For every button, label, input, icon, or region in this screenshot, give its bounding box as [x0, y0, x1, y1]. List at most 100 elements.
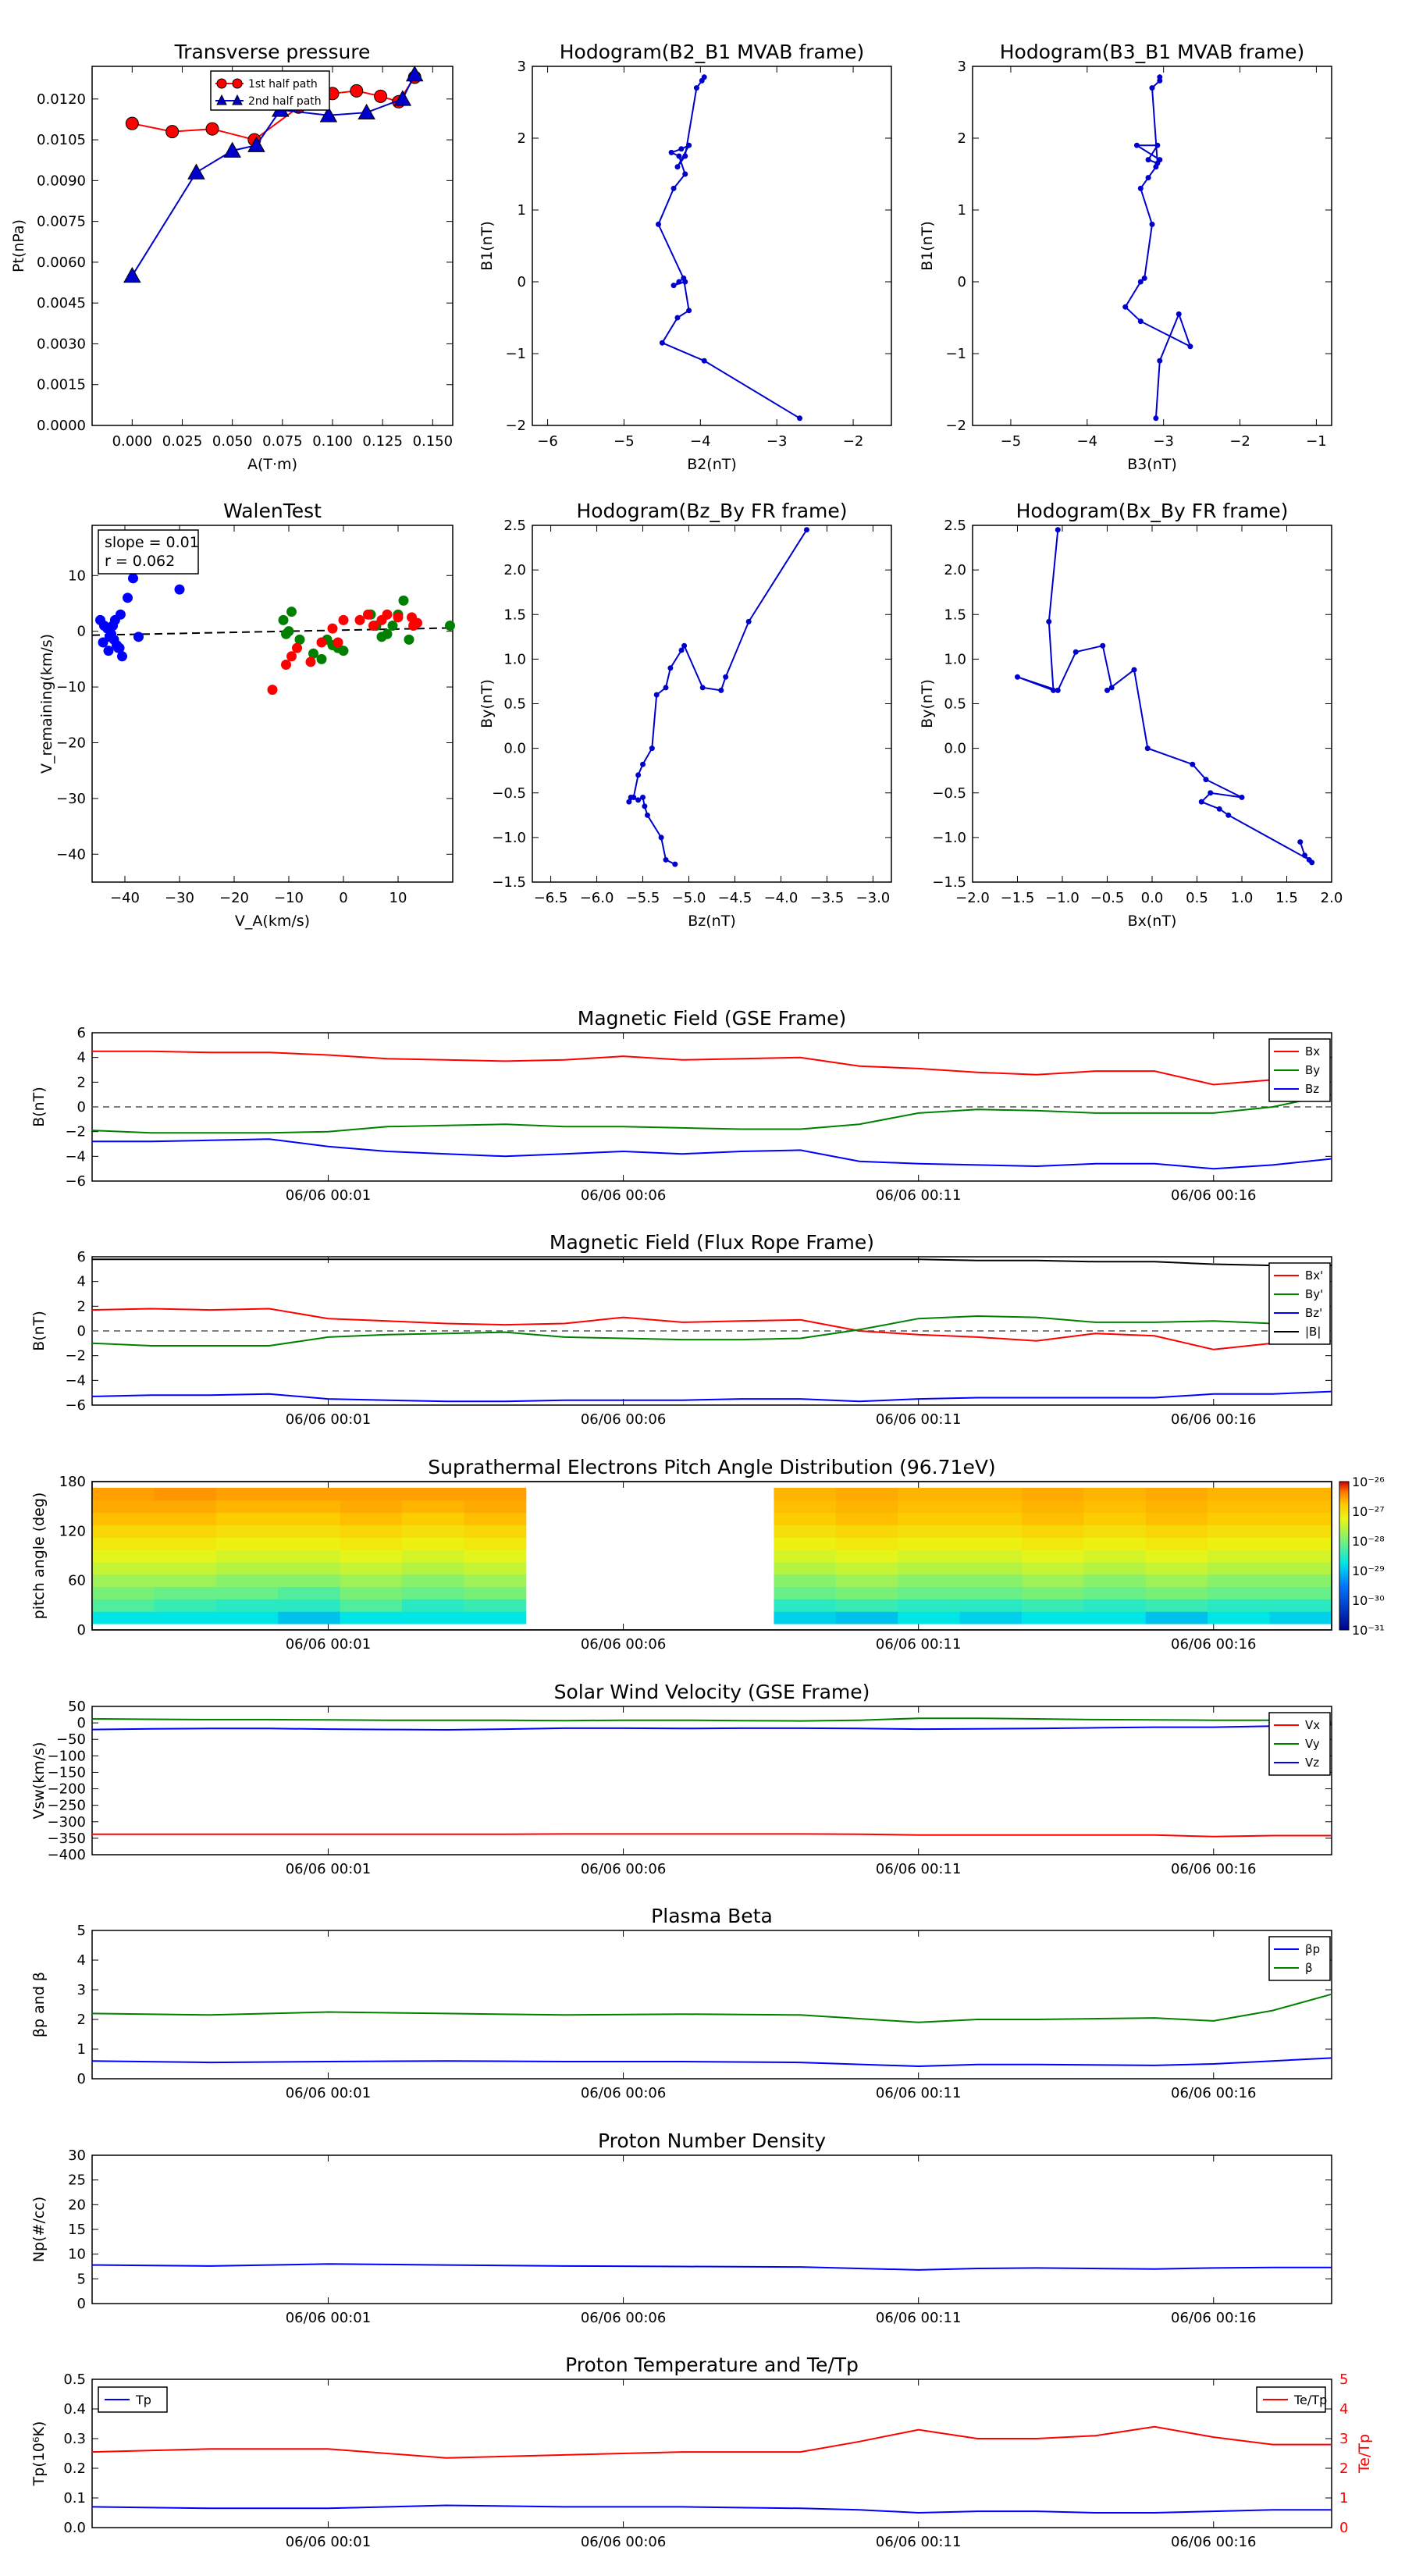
heatmap-cell: [1022, 1611, 1084, 1624]
heatmap-cell: [959, 1487, 1023, 1501]
heatmap-cell: [402, 1561, 464, 1575]
y-tick-label: −1.5: [932, 874, 966, 891]
heatmap-cell: [1208, 1500, 1271, 1514]
x-tick-label: −2: [843, 433, 864, 450]
y-tick-label: 0.4: [63, 2401, 86, 2418]
heatmap-cell: [835, 1561, 898, 1575]
heatmap-cell: [215, 1561, 279, 1575]
heatmap-cell: [215, 1586, 279, 1599]
y-axis-label: Vsw(km/s): [30, 1742, 48, 1819]
heatmap-cell: [959, 1561, 1023, 1575]
x-tick-label: 06/06 00:16: [1171, 2085, 1256, 2101]
x-tick-label: 06/06 00:06: [581, 1861, 666, 1877]
legend-marker: [216, 78, 227, 89]
heatmap-cell: [1145, 1574, 1208, 1588]
heatmap-cell: [92, 1512, 155, 1525]
data-point: [658, 834, 664, 841]
y-tick-label: 0.1: [63, 2490, 86, 2507]
heatmap-cell: [774, 1611, 837, 1624]
y-tick-label: 0.0015: [37, 377, 86, 393]
heatmap-cell: [154, 1574, 217, 1588]
colorbar-tick-label: 10⁻²⁷: [1352, 1504, 1385, 1519]
data-point: [278, 614, 289, 625]
x-tick-label: 06/06 00:16: [1171, 1187, 1256, 1204]
data-point: [316, 637, 327, 648]
heatmap-cell: [215, 1487, 279, 1501]
legend-label: Vz: [1305, 1756, 1319, 1770]
data-point: [1239, 794, 1245, 800]
heatmap-cell: [92, 1611, 155, 1624]
heatmap-cell: [898, 1537, 961, 1550]
y-tick-label: 2.5: [944, 518, 966, 534]
y-tick-label: 2: [77, 1298, 86, 1315]
x-tick-label: 06/06 00:11: [876, 2310, 961, 2326]
chart-title: Suprathermal Electrons Pitch Angle Distr…: [428, 1456, 995, 1478]
heatmap-cell: [898, 1525, 961, 1538]
heatmap-cell: [464, 1586, 527, 1599]
heatmap-cell: [959, 1537, 1023, 1550]
data-point: [1144, 745, 1151, 752]
heatmap-cell: [1022, 1561, 1084, 1575]
data-point: [1046, 618, 1052, 624]
x-tick-label: 06/06 00:01: [286, 1636, 371, 1653]
y-tick-label: −350: [48, 1831, 86, 1847]
heatmap-cell: [402, 1525, 464, 1538]
heatmap-cell: [154, 1500, 217, 1514]
heatmap-cell: [340, 1487, 403, 1501]
y-tick-label: 0.5: [944, 696, 966, 713]
data-point: [393, 612, 404, 623]
y-tick-label: 1.5: [944, 607, 966, 623]
x-tick-label: 0.5: [1186, 890, 1208, 906]
y-tick-label: 6: [77, 1249, 86, 1265]
heatmap-cell: [278, 1599, 341, 1612]
heatmap-cell: [898, 1586, 961, 1599]
heatmap-cell: [898, 1550, 961, 1563]
data-point: [678, 146, 685, 152]
data-point: [676, 153, 682, 159]
legend-label: 2nd half path: [248, 95, 322, 108]
data-point: [674, 164, 681, 170]
data-point: [745, 618, 752, 624]
x-axis-label: B3(nT): [1127, 456, 1177, 473]
x-tick-label: −30: [165, 890, 194, 906]
y-tick-label: −6: [65, 1397, 86, 1414]
x-tick-label: 06/06 00:11: [876, 1636, 961, 1653]
heatmap-cell: [278, 1611, 341, 1624]
y-tick-label: 0.5: [503, 696, 526, 713]
data-point: [1190, 761, 1196, 767]
x-tick-label: −6.5: [534, 890, 568, 906]
y-tick-label: 1: [518, 202, 526, 219]
data-point: [686, 142, 692, 148]
data-point: [1055, 527, 1061, 533]
y-tick-label: −4: [65, 1148, 86, 1165]
y-tick-label: 0: [77, 624, 86, 640]
legend-label: Bz: [1305, 1082, 1319, 1096]
heatmap-cell: [1208, 1574, 1271, 1588]
heatmap-cell: [835, 1599, 898, 1612]
chart-title: Proton Number Density: [598, 2129, 826, 2152]
y-tick-label: 0.0105: [37, 132, 86, 148]
x-tick-label: 0.025: [162, 433, 203, 450]
heatmap-cell: [1208, 1550, 1271, 1563]
heatmap-cell: [1145, 1599, 1208, 1612]
data-point: [128, 573, 138, 584]
heatmap-cell: [898, 1487, 961, 1501]
heatmap-cell: [92, 1500, 155, 1514]
x-tick-label: −3: [1153, 433, 1174, 450]
data-point: [445, 621, 455, 632]
y-tick-label: 20: [68, 2197, 86, 2213]
heatmap-cell: [1269, 1561, 1332, 1575]
heatmap-cell: [215, 1537, 279, 1550]
data-point: [1203, 777, 1209, 783]
y2-axis-label: Te/Tp: [1356, 2434, 1373, 2474]
heatmap-cell: [898, 1599, 961, 1612]
x-axis-label: B2(nT): [687, 456, 737, 473]
heatmap-cell: [1269, 1487, 1332, 1501]
y-axis-label: By(nT): [919, 679, 936, 728]
data-point: [1154, 142, 1161, 148]
chart-title: Hodogram(Bz_By FR frame): [576, 500, 847, 522]
data-point: [1149, 221, 1155, 227]
heatmap-cell: [1269, 1611, 1332, 1624]
y-tick-label: −40: [56, 846, 86, 863]
y2-tick-label: 1: [1339, 2490, 1348, 2507]
